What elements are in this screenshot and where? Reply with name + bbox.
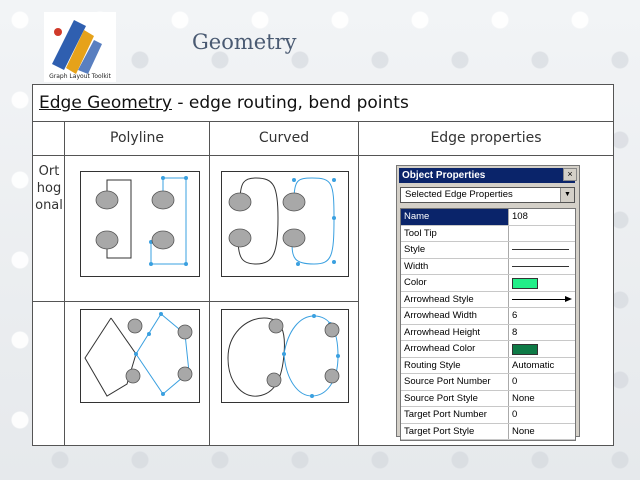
property-value[interactable]: 6 [509,308,575,324]
divider [209,121,210,445]
bend-points [134,312,191,396]
property-row[interactable]: Tool Tip [401,225,575,242]
toolkit-logo: Graph Layout Toolkit [44,12,116,82]
property-value[interactable]: None [509,424,575,440]
diagram-orthogonal-polyline [80,171,200,277]
property-name: Tool Tip [401,225,509,241]
property-value[interactable]: Automatic [509,358,575,374]
property-name: Source Port Style [401,390,509,406]
property-row[interactable]: Arrowhead Height 8 [401,324,575,341]
panel-title: Object Properties [399,168,575,183]
row-label-orthogonal: Orthogonal [35,164,63,213]
object-properties-panel: Object Properties × Selected Edge Proper… [396,165,580,441]
divider [64,121,65,445]
property-row[interactable]: Arrowhead Style [401,291,575,308]
property-row[interactable]: Color [401,275,575,292]
property-row[interactable]: Source Port Number 0 [401,374,575,391]
diagram-curved [221,309,349,403]
property-row[interactable]: Source Port Style None [401,390,575,407]
selector-value: Selected Edge Properties [405,189,513,200]
diagram-polyline [80,309,200,403]
column-header-curved: Curved [258,130,310,146]
property-row[interactable]: Routing Style Automatic [401,357,575,374]
graph-nodes [228,192,306,248]
property-row[interactable]: Arrowhead Color [401,341,575,358]
line-style-sample [512,265,569,267]
column-header-polyline: Polyline [110,130,164,146]
property-value[interactable]: None [509,391,575,407]
edge-highlighted [291,177,335,265]
property-value[interactable] [509,292,575,308]
diagram-orthogonal-curved [221,171,349,277]
divider [33,301,359,302]
property-value[interactable]: 0 [509,407,575,423]
property-value[interactable]: 108 [509,209,575,225]
arrow-style-icon [512,295,572,302]
property-name: Arrowhead Height [401,324,509,340]
property-name: Arrowhead Color [401,341,509,357]
property-name: Arrowhead Width [401,308,509,324]
property-name: Color [401,275,509,291]
edge-black [237,177,279,265]
property-name: Arrowhead Style [401,291,509,307]
property-name: Source Port Number [401,374,509,390]
graph-nodes [95,190,175,250]
divider [33,155,613,156]
object-selector-dropdown[interactable]: Selected Edge Properties ▼ [400,187,575,203]
property-value[interactable] [509,242,575,258]
property-name: Style [401,242,509,258]
property-value[interactable] [509,226,575,242]
table-heading: Edge Geometry - edge routing, bend point… [39,93,409,113]
edge-highlighted [150,177,187,265]
column-header-edge-properties: Edge properties [430,130,542,146]
property-name: Target Port Style [401,423,509,439]
page-title: Geometry [192,30,297,54]
property-value[interactable] [509,275,575,291]
property-value[interactable]: 0 [509,374,575,390]
bend-points [290,178,336,266]
property-name: Target Port Number [401,407,509,423]
divider [358,121,359,445]
property-value[interactable]: 8 [509,325,575,341]
property-row[interactable]: Style [401,242,575,259]
heading-main: Edge Geometry [39,93,172,113]
bend-points [149,176,188,266]
property-grid: Name 108 Tool Tip Style Width Color Arrowhead … [400,208,576,441]
line-style-sample [512,249,569,250]
property-value[interactable] [509,341,575,357]
dropdown-arrow-icon[interactable]: ▼ [560,188,574,202]
property-value[interactable] [509,259,575,275]
property-row[interactable]: Target Port Style None [401,423,575,440]
heading-rest: - edge routing, bend points [171,93,409,113]
edge-black [84,317,137,397]
property-row[interactable]: Width [401,258,575,275]
logo-text: Graph Layout Toolkit [49,73,111,80]
property-name: Routing Style [401,357,509,373]
graph-nodes [266,318,340,388]
divider [33,121,613,122]
property-row[interactable]: Arrowhead Width 6 [401,308,575,325]
color-swatch [512,278,538,289]
graph-nodes [125,318,193,384]
property-name: Width [401,258,509,274]
property-row[interactable]: Target Port Number 0 [401,407,575,424]
property-name: Name [401,209,509,225]
property-row[interactable]: Name 108 [401,209,575,226]
close-icon[interactable]: × [563,168,577,181]
color-swatch [512,344,538,355]
